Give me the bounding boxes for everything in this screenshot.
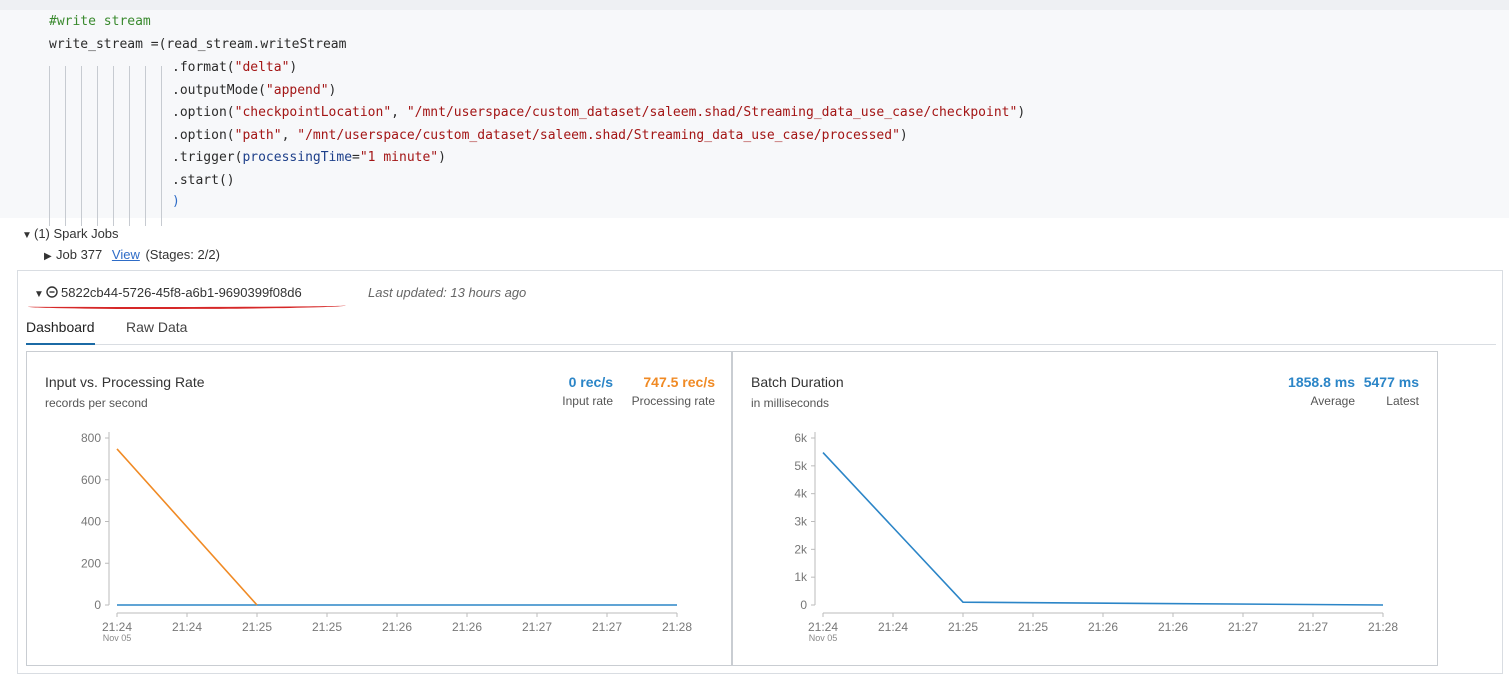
last-updated: Last updated: 13 hours ago [368, 285, 527, 300]
code-cell[interactable]: #write stream write_stream =(read_stream… [0, 10, 1509, 226]
caret-down-icon: ▼ [22, 230, 32, 241]
x-tick-label: 21:28 [1368, 620, 1398, 634]
code-line-1: write_stream =(read_stream.writeStream [49, 37, 347, 52]
y-tick-label: 3k [794, 515, 808, 529]
tab-raw-data[interactable]: Raw Data [126, 319, 187, 345]
x-tick-label: 21:27 [1228, 620, 1258, 634]
code-closing-paren: ) [172, 194, 180, 209]
code-method-line: .format("delta") [172, 60, 298, 75]
batch-chart-card: Batch Duration in milliseconds 1858.8 ms… [732, 351, 1438, 666]
y-tick-label: 6k [794, 431, 808, 445]
y-tick-label: 0 [94, 598, 101, 612]
x-tick-label: 21:24 [808, 620, 838, 634]
rate-chart: 020040060080021:24Nov 0521:24 21:25 21:25 2… [81, 431, 692, 643]
x-tick-label: 21:25 [1018, 620, 1048, 634]
x-tick-label: 21:25 [312, 620, 342, 634]
code-method-line: .option("checkpointLocation", "/mnt/user… [172, 105, 1026, 120]
spark-jobs-toggle[interactable]: ▼ (1) Spark Jobs [22, 226, 119, 241]
y-tick-label: 400 [81, 515, 101, 529]
tab-dashboard[interactable]: Dashboard [26, 319, 95, 345]
spark-jobs-summary: (1) Spark Jobs [34, 226, 119, 241]
y-tick-label: 800 [81, 431, 101, 445]
x-tick-label: 21:27 [1298, 620, 1328, 634]
x-tick-label: 21:24 [102, 620, 132, 634]
stream-tabs: Dashboard Raw Data [26, 315, 1496, 345]
job-row[interactable]: ▶ Job 377 View (Stages: 2/2) [44, 247, 220, 262]
code-method-line: .outputMode("append") [172, 82, 337, 98]
caret-right-icon[interactable]: ▶ [44, 251, 56, 262]
top-strip [0, 0, 1509, 10]
stream-header[interactable]: ▼ 5822cb44-5726-45f8-a6b1-9690399f08d6 [34, 285, 302, 300]
y-tick-label: 5k [794, 459, 808, 473]
code-method-line: .option("path", "/mnt/userspace/custom_d… [172, 127, 908, 143]
x-tick-label: 21:26 [1158, 620, 1188, 634]
code-comment: #write stream [49, 14, 151, 29]
job-view-link[interactable]: View [112, 247, 140, 262]
series-line-1-0 [822, 452, 1384, 606]
x-tick-label: 21:25 [242, 620, 272, 634]
red-annotation-underline [28, 303, 346, 309]
y-tick-label: 0 [800, 598, 807, 612]
stream-panel: ▼ 5822cb44-5726-45f8-a6b1-9690399f08d6 La… [17, 270, 1503, 674]
job-label: Job 377 [56, 247, 103, 262]
code-method-line: .start() [172, 172, 235, 188]
batch-chart: 01k2k3k4k5k6k21:24Nov 0521:24 21:25 21:25 2… [794, 431, 1398, 643]
x-tick-sublabel: Nov 05 [103, 633, 132, 643]
x-tick-label: 21:26 [1088, 620, 1118, 634]
y-tick-label: 2k [794, 542, 808, 556]
x-tick-label: 21:26 [382, 620, 412, 634]
stream-id: 5822cb44-5726-45f8-a6b1-9690399f08d6 [61, 285, 302, 300]
x-tick-sublabel: Nov 05 [809, 633, 838, 643]
indent-guides [49, 66, 164, 226]
stream-status-icon [46, 286, 58, 298]
y-tick-label: 1k [794, 570, 808, 584]
y-tick-label: 4k [794, 487, 808, 501]
x-tick-label: 21:27 [592, 620, 622, 634]
x-tick-label: 21:27 [522, 620, 552, 634]
y-tick-label: 200 [81, 556, 101, 570]
x-tick-label: 21:28 [662, 620, 692, 634]
job-stages: (Stages: 2/2) [145, 247, 220, 262]
y-tick-label: 600 [81, 473, 101, 487]
x-tick-label: 21:24 [172, 620, 202, 634]
caret-down-icon[interactable]: ▼ [34, 289, 46, 300]
x-tick-label: 21:24 [878, 620, 908, 634]
series-line-0-1 [116, 448, 258, 606]
x-tick-label: 21:25 [948, 620, 978, 634]
code-method-line: .trigger(processingTime="1 minute") [172, 150, 446, 165]
rate-chart-card: Input vs. Processing Rate records per se… [26, 351, 732, 666]
x-tick-label: 21:26 [452, 620, 482, 634]
